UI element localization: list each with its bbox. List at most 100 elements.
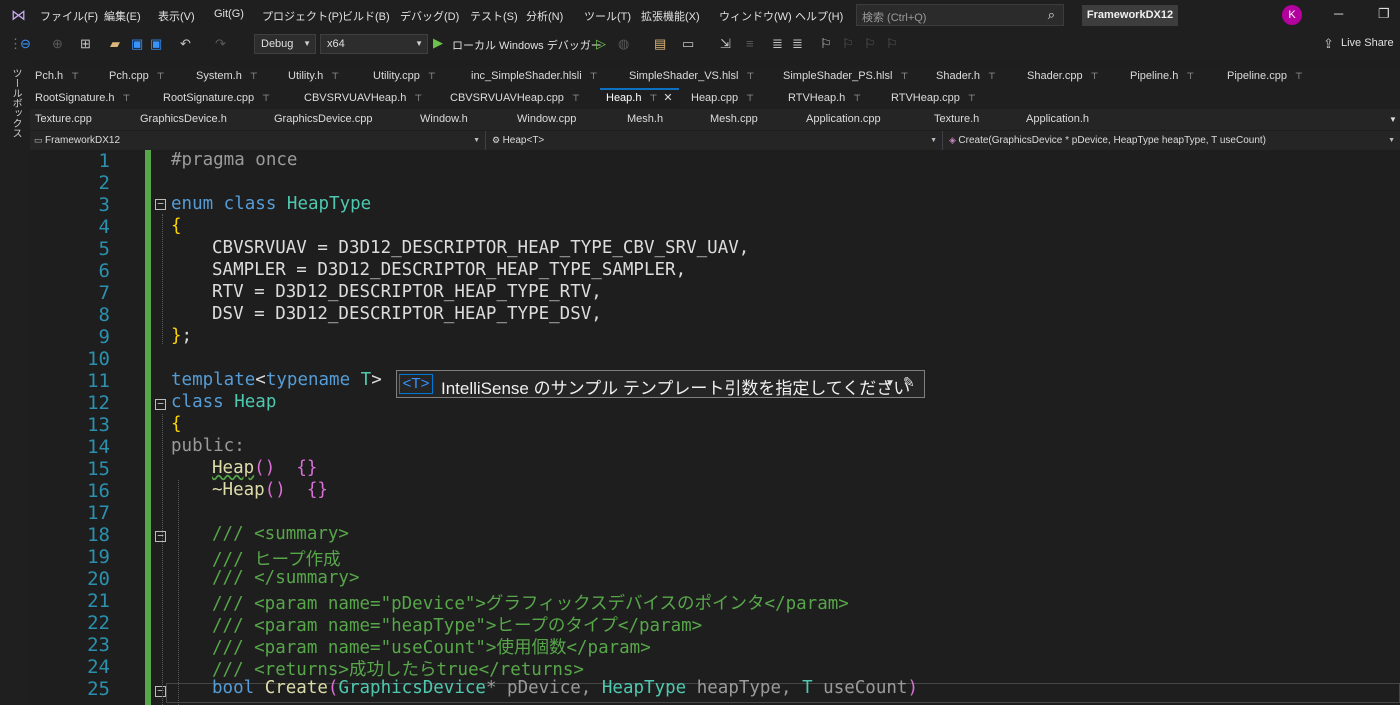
pin-icon[interactable]: ⊤ [968,93,976,103]
menu-git[interactable]: Git(G) [214,8,244,20]
pin-icon[interactable]: ⊤ [331,71,339,81]
tab-utility-h[interactable]: Utility.h ⊤ [288,66,339,87]
platform-select[interactable]: x64 ▼ [320,34,428,54]
collapse-icon[interactable]: − [155,198,166,210]
menu-analyze[interactable]: 分析(N) [526,8,563,24]
start-without-debugging-icon[interactable]: ▷ [596,36,606,52]
pin-icon[interactable]: ⊤ [746,71,754,81]
tab-window-cpp[interactable]: Window.cpp [517,109,576,130]
account-avatar[interactable]: K [1282,5,1302,25]
member-dropdown[interactable]: ◈ Create(GraphicsDevice * pDevice, HeapT… [943,131,1400,150]
browse-icon[interactable]: ▤ [654,36,666,52]
tab-shader-h[interactable]: Shader.h ⊤ [936,66,996,87]
tab-rootsignature-h[interactable]: RootSignature.h ⊤ [35,88,130,109]
tab-utility-cpp[interactable]: Utility.cpp ⊤ [373,66,436,87]
menu-edit[interactable]: 編集(E) [104,8,141,24]
tab-pipeline-cpp[interactable]: Pipeline.cpp ⊤ [1227,66,1303,87]
tab-simpleshader-ps-hlsl[interactable]: SimpleShader_PS.hlsl ⊤ [783,66,908,87]
toolbox-tab[interactable]: ツールボックス [8,68,23,138]
collapse-icon[interactable]: − [155,685,166,697]
tab-texture-cpp[interactable]: Texture.cpp [35,109,92,130]
pin-icon[interactable]: ⊤ [123,93,131,103]
close-icon[interactable]: ✕ [663,92,672,104]
pin-icon[interactable]: ⊤ [262,93,270,103]
hot-reload-icon[interactable]: ◍ [618,36,629,52]
pin-icon[interactable]: ⊤ [1186,71,1194,81]
next-bookmark-icon[interactable]: ⚐ [864,36,876,52]
project-dropdown[interactable]: ▭ FrameworkDX12 ▼ [30,131,486,150]
pin-icon[interactable]: ⊤ [157,71,165,81]
minimize-icon[interactable]: ─ [1334,6,1343,21]
tab-overflow-chevron-icon[interactable]: ▼ [1389,109,1397,130]
menu-debug[interactable]: デバッグ(D) [400,8,459,24]
uncomment-icon[interactable]: ≣ [792,36,803,52]
navigate-back-icon[interactable]: ⊖ [20,36,31,52]
pin-icon[interactable]: ⊤ [590,71,598,81]
tab-application-cpp[interactable]: Application.cpp [806,109,881,130]
start-debugging-icon[interactable]: ▶ [433,35,443,51]
pin-icon[interactable]: ⊤ [250,71,258,81]
save-icon[interactable]: ▣ [131,36,143,52]
restore-icon[interactable]: ❐ [1378,6,1390,22]
collapse-icon[interactable]: − [155,530,166,542]
search-input[interactable]: 検索 (Ctrl+Q) ⌕ [856,4,1064,26]
pin-icon[interactable]: ⊤ [988,71,996,81]
edit-pencil-icon[interactable]: ✎ [903,374,915,391]
undo-icon[interactable]: ↶ [180,36,191,52]
template-argument-bar[interactable]: <T> IntelliSense のサンプル テンプレート引数を指定してください… [396,370,925,398]
tab-graphicsdevice-h[interactable]: GraphicsDevice.h [140,109,227,130]
pin-icon[interactable]: ⊤ [414,93,422,103]
navigate-forward-icon[interactable]: ⊕ [52,36,63,52]
comment-out-icon[interactable]: ≣ [772,36,783,52]
visual-studio-logo-icon[interactable]: ⋈ [11,6,26,24]
collapse-icon[interactable]: − [155,398,166,410]
pin-icon[interactable]: ⊤ [71,71,79,81]
menu-tools[interactable]: ツール(T) [584,8,631,24]
step-icon[interactable]: ⇲ [720,36,731,52]
live-share-button[interactable]: Live Share [1341,37,1394,49]
tab-pipeline-h[interactable]: Pipeline.h ⊤ [1130,66,1194,87]
pin-icon[interactable]: ⊤ [900,71,908,81]
start-debugging-button[interactable]: ローカル Windows デバッガー [452,37,602,53]
chevron-down-icon[interactable]: ▼ [885,378,895,389]
menu-test[interactable]: テスト(S) [470,8,518,24]
pin-icon[interactable]: ⊤ [428,71,436,81]
pin-icon[interactable]: ⊤ [853,93,861,103]
clear-bookmarks-icon[interactable]: ⚐ [886,36,898,52]
pin-icon[interactable]: ⊤ [746,93,754,103]
tab-heap-cpp[interactable]: Heap.cpp ⊤ [691,88,754,109]
tab-texture-h[interactable]: Texture.h [934,109,979,130]
pin-icon[interactable]: ⊤ [1091,71,1099,81]
redo-icon[interactable]: ↷ [215,36,226,52]
configuration-select[interactable]: Debug ▼ [254,34,316,54]
tab-rootsignature-cpp[interactable]: RootSignature.cpp ⊤ [163,88,270,109]
bookmark-icon[interactable]: ⚐ [820,36,832,52]
tab-mesh-cpp[interactable]: Mesh.cpp [710,109,758,130]
pin-icon[interactable]: ⊤ [649,93,657,103]
tab-cbvsrvuavheap-h[interactable]: CBVSRVUAVHeap.h ⊤ [304,88,422,109]
align-icon[interactable]: ≡ [746,36,754,51]
tab-graphicsdevice-cpp[interactable]: GraphicsDevice.cpp [274,109,372,130]
tab-application-h[interactable]: Application.h [1026,109,1089,130]
save-all-icon[interactable]: ▣ [150,36,162,52]
menu-view[interactable]: 表示(V) [158,8,195,24]
menu-project[interactable]: プロジェクト(P) [262,8,343,24]
menu-window[interactable]: ウィンドウ(W) [719,8,792,24]
open-folder-icon[interactable]: ▰ [110,36,120,52]
window-layout-icon[interactable]: ▭ [682,36,694,52]
tab-shader-cpp[interactable]: Shader.cpp ⊤ [1027,66,1099,87]
tab-simpleshader-vs-hlsl[interactable]: SimpleShader_VS.hlsl ⊤ [629,66,754,87]
tab-system-h[interactable]: System.h ⊤ [196,66,258,87]
new-project-icon[interactable]: ⊞ [80,36,91,52]
tab-mesh-h[interactable]: Mesh.h [627,109,663,130]
tab-pch-cpp[interactable]: Pch.cpp ⊤ [109,66,165,87]
tab-pch-h[interactable]: Pch.h ⊤ [35,66,79,87]
pin-icon[interactable]: ⊤ [572,93,580,103]
tab-cbvsrvuavheap-cpp[interactable]: CBVSRVUAVHeap.cpp ⊤ [450,88,580,109]
tab-heap-h[interactable]: Heap.h ⊤ ✕ [600,88,679,109]
tab-rtvheap-h[interactable]: RTVHeap.h ⊤ [788,88,861,109]
pin-icon[interactable]: ⊤ [1295,71,1303,81]
tab-inc-simpleshader-hlsli[interactable]: inc_SimpleShader.hlsli ⊤ [471,66,598,87]
menu-build[interactable]: ビルド(B) [342,8,390,24]
tab-rtvheap-cpp[interactable]: RTVHeap.cpp ⊤ [891,88,976,109]
